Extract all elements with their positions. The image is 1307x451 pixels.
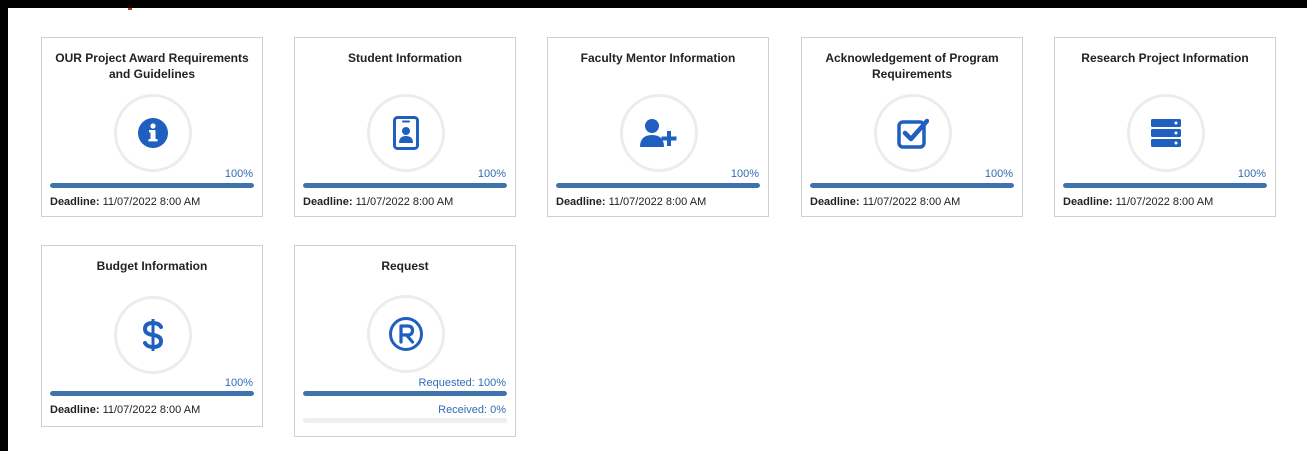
progress-bar <box>303 183 507 188</box>
dollar-icon <box>114 296 192 374</box>
deadline-label: Deadline: <box>303 196 353 208</box>
window-left-border <box>0 0 8 451</box>
progress-percent: 100% <box>730 168 759 180</box>
tile-research-project[interactable]: Research Project Information 100% Deadli… <box>1054 37 1276 217</box>
deadline-label: Deadline: <box>556 196 606 208</box>
deadline: Deadline: 11/07/2022 8:00 AM <box>556 196 706 208</box>
server-icon <box>1127 94 1205 172</box>
tile-title: Request <box>381 259 429 273</box>
user-plus-icon <box>620 94 698 172</box>
progress-percent: 100% <box>477 168 506 180</box>
deadline: Deadline: 11/07/2022 8:00 AM <box>810 196 960 208</box>
tile-title: Acknowledgement of Program Requirements <box>825 51 999 81</box>
tile-title: OUR Project Award Requirements and Guide… <box>55 51 249 81</box>
deadline-label: Deadline: <box>810 196 860 208</box>
deadline: Deadline: 11/07/2022 8:00 AM <box>50 196 200 208</box>
progress-bar-fill <box>303 183 507 188</box>
deadline-value: 11/07/2022 8:00 AM <box>102 196 201 208</box>
progress-bar-fill <box>50 391 254 396</box>
deadline-value: 11/07/2022 8:00 AM <box>355 196 454 208</box>
window-top-border <box>0 0 1307 8</box>
progress-bar-fill <box>1063 183 1267 188</box>
received-percent: Received: 0% <box>438 404 506 416</box>
tile-title: Faculty Mentor Information <box>580 51 736 65</box>
info-icon <box>114 94 192 172</box>
progress-bar-fill <box>810 183 1014 188</box>
progress-percent: 100% <box>224 168 253 180</box>
tile-budget-information[interactable]: Budget Information 100% Deadline: 11/07/… <box>41 245 263 427</box>
checkbox-icon <box>874 94 952 172</box>
tile-student-information[interactable]: Student Information 100% Deadline: 11/07… <box>294 37 516 217</box>
progress-bar <box>556 183 760 188</box>
progress-percent: 100% <box>224 377 253 389</box>
progress-bar <box>50 183 254 188</box>
tile-title: Student Information <box>348 51 462 65</box>
id-badge-icon <box>367 94 445 172</box>
progress-bar <box>1063 183 1267 188</box>
requested-progress-bar <box>303 391 507 396</box>
received-progress-bar <box>303 418 507 423</box>
deadline: Deadline: 11/07/2022 8:00 AM <box>303 196 453 208</box>
deadline-label: Deadline: <box>1063 196 1113 208</box>
deadline-value: 11/07/2022 8:00 AM <box>102 404 201 416</box>
deadline: Deadline: 11/07/2022 8:00 AM <box>1063 196 1213 208</box>
deadline-value: 11/07/2022 8:00 AM <box>608 196 707 208</box>
deadline-label: Deadline: <box>50 196 100 208</box>
tile-title: Research Project Information <box>1081 51 1249 65</box>
deadline: Deadline: 11/07/2022 8:00 AM <box>50 404 200 416</box>
tile-acknowledgement[interactable]: Acknowledgement of Program Requirements … <box>801 37 1023 217</box>
deadline-value: 11/07/2022 8:00 AM <box>1115 196 1214 208</box>
progress-percent: 100% <box>984 168 1013 180</box>
progress-percent: 100% <box>1237 168 1266 180</box>
red-mark <box>128 8 132 10</box>
requested-progress-bar-fill <box>303 391 507 396</box>
progress-bar-fill <box>556 183 760 188</box>
progress-bar-fill <box>50 183 254 188</box>
registered-icon <box>367 295 445 373</box>
tile-faculty-mentor[interactable]: Faculty Mentor Information 100% Deadline… <box>547 37 769 217</box>
deadline-value: 11/07/2022 8:00 AM <box>862 196 961 208</box>
progress-bar <box>50 391 254 396</box>
progress-bar <box>810 183 1014 188</box>
tile-request[interactable]: Request Requested: 100% Received: 0% <box>294 245 516 437</box>
requested-percent: Requested: 100% <box>418 377 506 389</box>
tile-title: Budget Information <box>96 259 208 273</box>
deadline-label: Deadline: <box>50 404 100 416</box>
tile-award-requirements[interactable]: OUR Project Award Requirements and Guide… <box>41 37 263 217</box>
